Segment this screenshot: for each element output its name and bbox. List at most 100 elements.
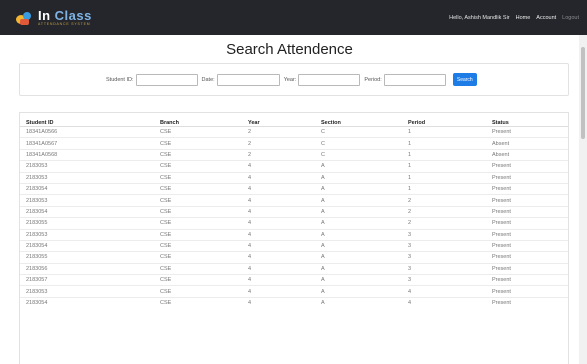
cell-section: A [321, 262, 408, 275]
cell-student-id: 18341A0568 [20, 148, 160, 161]
cell-student-id: 2183054 [20, 205, 160, 218]
cell-status: Absent [492, 148, 568, 161]
cell-status: Absent [492, 137, 568, 150]
cell-status: Present [492, 194, 568, 207]
cell-period: 1 [408, 182, 492, 195]
table-row: 2183054 CSE 4 A 1 Present [20, 182, 568, 195]
cell-year: 2 [248, 148, 321, 161]
table-row: 2183054 CSE 4 A 4 Present [20, 296, 568, 309]
cell-year: 4 [248, 160, 321, 173]
cell-period: 4 [408, 296, 492, 309]
cell-section: A [321, 228, 408, 241]
cell-status: Present [492, 239, 568, 252]
cell-section: A [321, 205, 408, 218]
scrollbar-thumb[interactable] [581, 47, 585, 139]
cell-status: Present [492, 182, 568, 195]
page-scrollbar[interactable] [579, 35, 587, 364]
cell-branch: CSE [160, 194, 248, 207]
cell-status: Present [492, 251, 568, 264]
table-row: 2183053 CSE 4 A 1 Present [20, 171, 568, 184]
header-student-id: Student ID [20, 113, 160, 127]
cell-section: A [321, 160, 408, 173]
cell-period: 3 [408, 274, 492, 286]
cell-status: Present [492, 296, 568, 309]
nav-account-link[interactable]: Account [536, 15, 556, 21]
cell-branch: CSE [160, 160, 248, 173]
cell-year: 4 [248, 217, 321, 230]
cell-branch: CSE [160, 205, 248, 218]
cell-year: 4 [248, 171, 321, 184]
page-title: Search Attendence [226, 41, 353, 58]
cell-year: 4 [248, 262, 321, 275]
nav-home-link[interactable]: Home [516, 15, 531, 21]
cell-status: Present [492, 262, 568, 275]
cell-period: 1 [408, 137, 492, 150]
cell-student-id: 2183053 [20, 160, 160, 173]
cell-year: 4 [248, 228, 321, 241]
cell-status: Present [492, 274, 568, 286]
period-label: Period: [364, 76, 382, 83]
table-header-row: Student ID Branch Year Section Period St… [20, 113, 568, 127]
cell-student-id: 2183057 [20, 274, 160, 286]
table-row: 2183053 CSE 4 A 2 Present [20, 194, 568, 207]
cell-year: 4 [248, 205, 321, 218]
cell-year: 4 [248, 194, 321, 207]
year-input[interactable] [298, 73, 361, 86]
student-id-input[interactable] [135, 73, 198, 86]
cell-section: A [321, 274, 408, 286]
date-label: Date: [201, 76, 215, 83]
logo-subtitle: ATTENDANCE SYSTEM [38, 21, 91, 26]
search-button[interactable]: Search [452, 73, 477, 86]
table-row: 2183053 CSE 4 A 4 Present [20, 285, 568, 298]
attendance-table-container: Student ID Branch Year Section Period St… [19, 112, 569, 364]
cell-section: C [321, 125, 408, 138]
cell-section: A [321, 296, 408, 309]
student-id-label: Student ID: [106, 76, 134, 83]
cell-year: 4 [248, 274, 321, 286]
cell-branch: CSE [160, 274, 248, 286]
cell-branch: CSE [160, 125, 248, 138]
header-year: Year [248, 113, 321, 127]
cell-period: 2 [408, 217, 492, 230]
cell-student-id: 2183054 [20, 239, 160, 252]
cell-section: A [321, 182, 408, 195]
table-row: 2183053 CSE 4 A 1 Present [20, 160, 568, 173]
cell-status: Present [492, 285, 568, 298]
cell-status: Present [492, 125, 568, 138]
cell-period: 2 [408, 194, 492, 207]
cell-status: Present [492, 205, 568, 218]
cell-period: 3 [408, 251, 492, 264]
cell-section: A [321, 171, 408, 184]
period-input[interactable] [383, 73, 446, 86]
cell-student-id: 2183055 [20, 251, 160, 264]
table-row: 2183056 CSE 4 A 3 Present [20, 262, 568, 275]
cell-section: C [321, 148, 408, 161]
app-logo[interactable]: In Class ATTENDANCE SYSTEM [16, 9, 92, 27]
cell-year: 2 [248, 125, 321, 138]
cell-status: Present [492, 160, 568, 173]
cell-student-id: 2183053 [20, 194, 160, 207]
cell-section: A [321, 194, 408, 207]
cell-student-id: 2183056 [20, 262, 160, 275]
attendance-table: Student ID Branch Year Section Period St… [20, 113, 568, 309]
cell-section: A [321, 239, 408, 252]
table-row: 2183054 CSE 4 A 2 Present [20, 205, 568, 218]
date-input[interactable] [216, 73, 280, 86]
nav-logout-link[interactable]: Logout [562, 15, 579, 21]
cell-student-id: 2183053 [20, 285, 160, 298]
cell-period: 1 [408, 148, 492, 161]
year-label: Year: [283, 76, 297, 83]
nav-links: Hello, Ashish Mandlik Sir Home Account L… [443, 15, 579, 21]
cell-student-id: 18341A0567 [20, 137, 160, 150]
logo-title-accent: Class [54, 7, 92, 23]
cell-branch: CSE [160, 251, 248, 264]
logo-title-main: In [38, 7, 55, 23]
cell-period: 1 [408, 160, 492, 173]
cell-branch: CSE [160, 239, 248, 252]
cell-year: 4 [248, 285, 321, 298]
cell-branch: CSE [160, 228, 248, 241]
cell-section: A [321, 285, 408, 298]
cell-year: 4 [248, 251, 321, 264]
cell-branch: CSE [160, 262, 248, 275]
table-row: 18341A0567 CSE 2 C 1 Absent [20, 137, 568, 150]
